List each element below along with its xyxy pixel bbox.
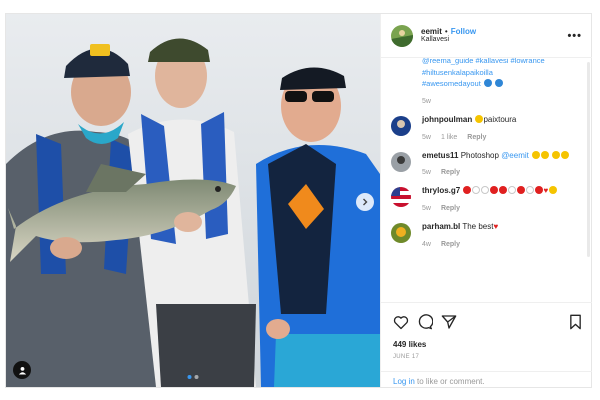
emoji-icon: [532, 150, 541, 159]
comment-body: johnpoulman paixtoura 5w 1 like Reply: [422, 114, 580, 141]
author-avatar[interactable]: [391, 24, 413, 47]
post-photo[interactable]: [6, 14, 380, 387]
next-photo-button[interactable]: [356, 193, 374, 211]
comment-message: The best: [462, 222, 494, 232]
caption-hashtag[interactable]: #awesomedayout: [422, 79, 481, 88]
avatar-image: [391, 24, 413, 47]
comment-time: 5w: [422, 133, 431, 141]
comment-body: emetus11 Photoshop @eemit 5w Reply: [422, 150, 580, 176]
login-link[interactable]: Log in: [393, 377, 415, 386]
follow-button[interactable]: Follow: [451, 27, 476, 37]
comment-username[interactable]: thrylos.g7: [422, 186, 460, 195]
comment-text: parham.bl The best♥: [422, 222, 580, 233]
comment-message: Photoshop: [460, 150, 502, 160]
comment-body: parham.bl The best♥ 4w Reply: [422, 222, 580, 248]
comment-likes[interactable]: 1 like: [441, 134, 457, 141]
carousel-dot-active: [187, 375, 192, 379]
avatar-image: [391, 115, 411, 136]
heart-emoji-icon: ♥: [543, 186, 549, 196]
avatar-image: [391, 151, 411, 172]
white-circle-emoji-icon: [481, 186, 490, 195]
comment-body: thrylos.g7 ♥ 5w Reply: [422, 186, 580, 212]
comment-meta: 5w Reply: [422, 205, 580, 212]
red-circle-emoji-icon: [463, 186, 472, 195]
reply-button[interactable]: Reply: [441, 205, 460, 212]
caption-hashtags: @reema_guide #kallavesi #lowrance #hiltu…: [391, 58, 580, 90]
instagram-post: eemit • Follow Kallavesi ••• @reema_guid…: [5, 13, 592, 388]
comment-item: parham.bl The best♥ 4w Reply: [391, 222, 580, 248]
post-actions: 449 likes JUNE 17: [381, 302, 592, 360]
login-prompt-text: to like or comment.: [414, 377, 485, 386]
commenter-avatar[interactable]: [391, 151, 411, 172]
comment-meta: 5w 1 like Reply: [422, 134, 580, 141]
comment-time: 4w: [422, 241, 431, 249]
comment-meta: 4w Reply: [422, 241, 580, 248]
comment-meta: 5w Reply: [422, 169, 580, 176]
commenter-avatar[interactable]: [391, 115, 411, 136]
white-circle-emoji-icon: [472, 186, 481, 195]
user-tag-icon: [18, 366, 26, 375]
user-tag-button[interactable]: [13, 361, 31, 379]
emoji-icon: [561, 150, 570, 159]
fishing-photo-image: [6, 14, 380, 387]
reply-button[interactable]: Reply: [441, 241, 460, 248]
commenter-avatar[interactable]: [391, 187, 411, 208]
comment-item: emetus11 Photoshop @eemit 5w Reply: [391, 150, 580, 176]
comment-username[interactable]: emetus11: [422, 151, 458, 160]
reply-button[interactable]: Reply: [467, 134, 486, 141]
comment-time: 5w: [422, 205, 431, 213]
post-side-panel: eemit • Follow Kallavesi ••• @reema_guid…: [380, 14, 592, 387]
location-link[interactable]: Kallavesi: [421, 36, 567, 44]
red-circle-emoji-icon: [499, 186, 508, 195]
comment-item: johnpoulman paixtoura 5w 1 like Reply: [391, 114, 580, 141]
caption-line[interactable]: @reema_guide #kallavesi #lowrance: [422, 58, 580, 67]
red-circle-emoji-icon: [490, 186, 499, 195]
emoji-icon: [549, 186, 558, 195]
comments-scrollbar[interactable]: [587, 62, 590, 257]
reply-button[interactable]: Reply: [441, 169, 460, 176]
heart-icon[interactable]: [393, 315, 409, 330]
comment-mention[interactable]: @eemit: [501, 151, 529, 160]
carousel-indicator: [187, 375, 199, 379]
avatar-image: [391, 187, 411, 208]
fish-emoji-icon: [483, 79, 492, 88]
avatar-image: [391, 223, 411, 244]
header-text: eemit • Follow Kallavesi: [421, 27, 567, 45]
comment-message: paixtoura: [483, 114, 517, 124]
action-icons: [393, 313, 582, 331]
carousel-dot: [194, 375, 199, 379]
white-circle-emoji-icon: [526, 186, 535, 195]
caption-line[interactable]: #hiltusenkalapaikoilla: [422, 67, 580, 79]
post-header: eemit • Follow Kallavesi •••: [381, 14, 592, 58]
comment-text: johnpoulman paixtoura: [422, 114, 580, 126]
red-circle-emoji-icon: [517, 186, 526, 195]
bookmark-icon[interactable]: [569, 314, 582, 330]
comment-text: emetus11 Photoshop @eemit: [422, 150, 580, 162]
fish-emoji-icon: [494, 79, 503, 88]
caption-line-with-emoji: #awesomedayout: [422, 78, 580, 90]
commenter-avatar[interactable]: [391, 223, 411, 244]
likes-count[interactable]: 449 likes: [393, 340, 582, 349]
white-circle-emoji-icon: [508, 186, 517, 195]
comment-item: thrylos.g7 ♥ 5w Reply: [391, 186, 580, 212]
heart-emoji-icon: ♥: [493, 222, 499, 232]
comment-text: thrylos.g7 ♥: [422, 186, 580, 197]
login-prompt: Log in to like or comment.: [381, 371, 592, 387]
comments-list[interactable]: @reema_guide #kallavesi #lowrance #hiltu…: [381, 58, 592, 302]
header-top-line: eemit • Follow: [421, 27, 567, 37]
caption-timestamp: 5w: [422, 97, 431, 105]
separator: •: [444, 26, 448, 36]
more-options-button[interactable]: •••: [567, 30, 582, 42]
comment-username[interactable]: parham.bl: [422, 222, 460, 231]
comment-time: 5w: [422, 169, 431, 177]
post-date: JUNE 17: [393, 354, 420, 360]
comment-username[interactable]: johnpoulman: [422, 115, 472, 124]
comment-icon[interactable]: [417, 314, 433, 330]
chevron-right-icon: [363, 198, 368, 206]
author-username[interactable]: eemit: [421, 27, 442, 37]
emoji-icon: [541, 150, 550, 159]
share-icon[interactable]: [441, 314, 457, 330]
emoji-icon: [552, 150, 561, 159]
